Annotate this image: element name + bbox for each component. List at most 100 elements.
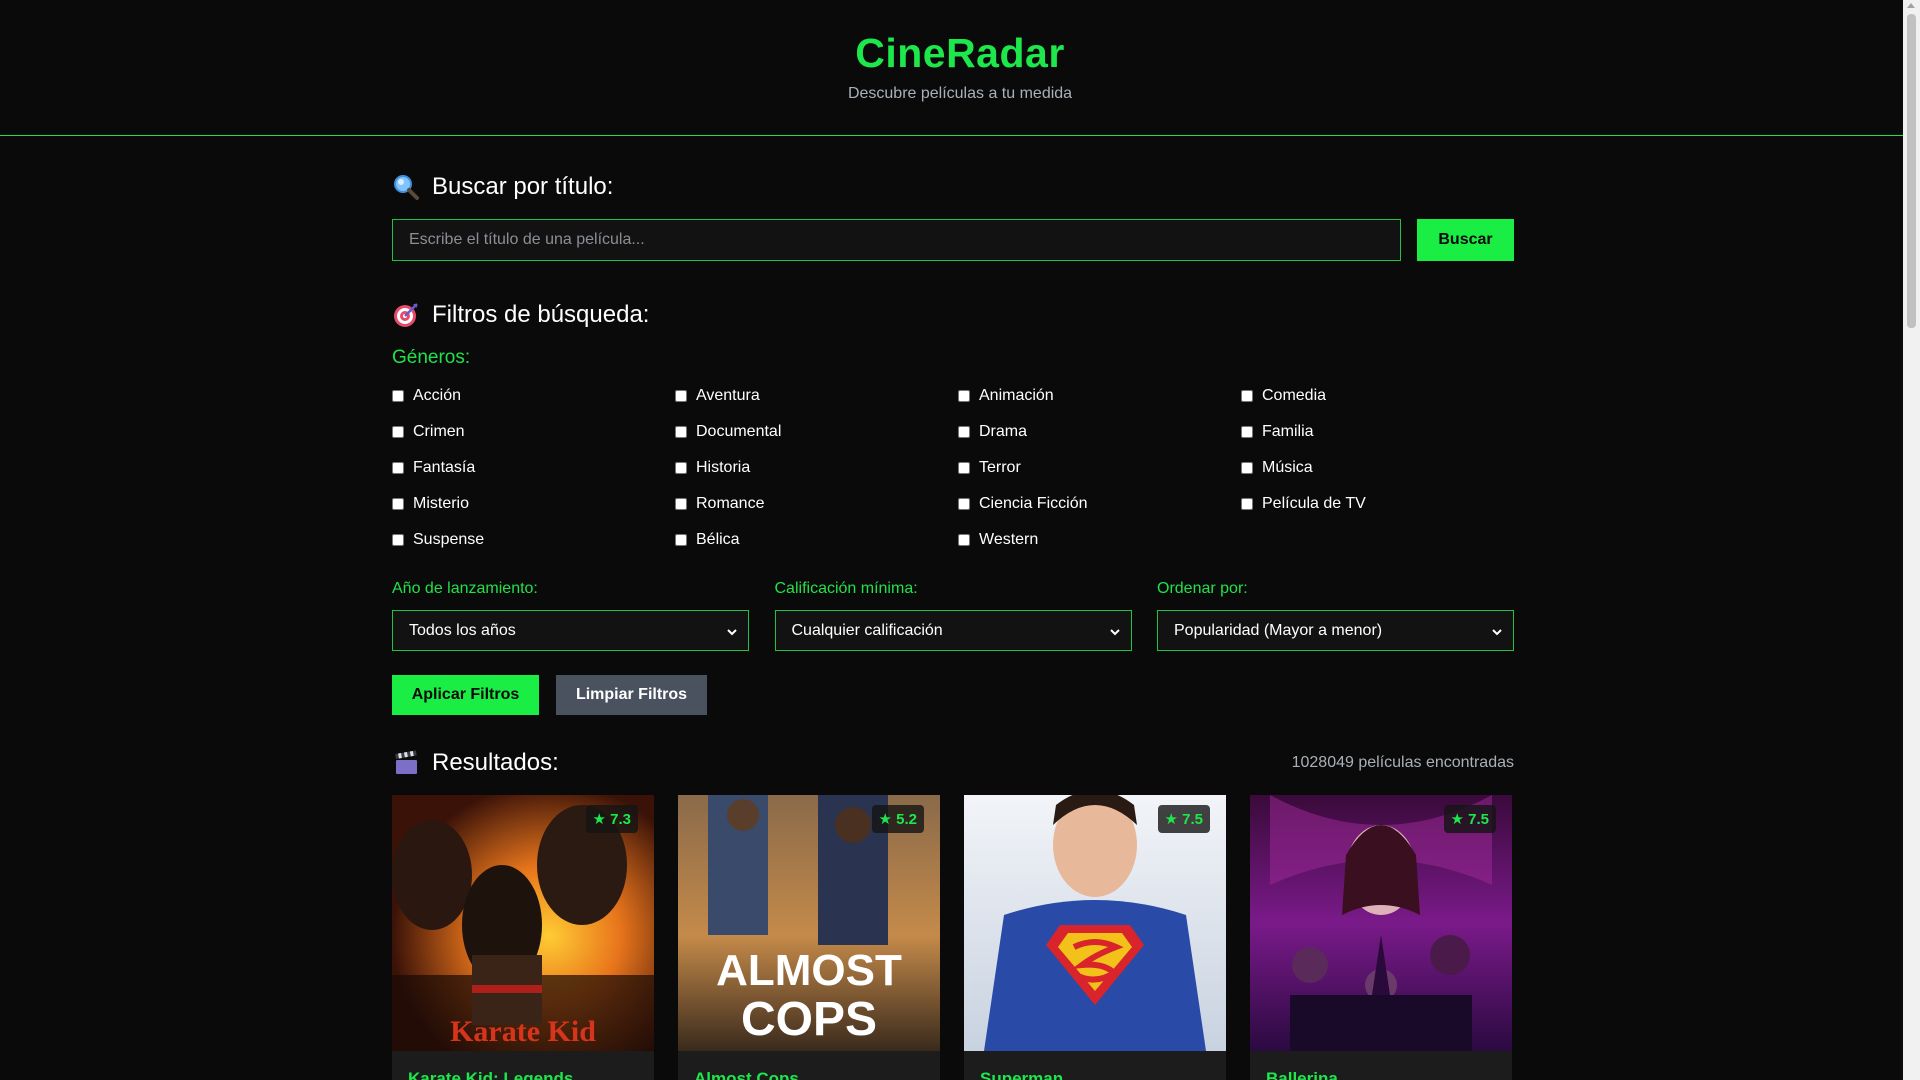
genre-label: Bélica <box>696 530 740 548</box>
checkbox[interactable] <box>1241 461 1253 474</box>
site-title: CineRadar <box>855 30 1065 76</box>
genre-label: Documental <box>696 422 782 440</box>
genre-label: Misterio <box>413 494 470 512</box>
genre-checkbox-misterio[interactable]: Misterio <box>392 491 675 516</box>
rating-label: Calificación mínima: <box>774 580 918 597</box>
checkbox[interactable] <box>958 425 970 438</box>
genre-label: Música <box>1262 458 1313 476</box>
genre-checkbox-accion[interactable]: Acción <box>392 383 675 408</box>
clear-filters-button[interactable]: Limpiar Filtros <box>556 675 707 715</box>
results-count: 1028049 películas encontradas <box>1291 754 1514 771</box>
genre-checkbox-belica[interactable]: Bélica <box>675 527 958 552</box>
search-row: Buscar <box>392 219 1514 261</box>
movie-poster[interactable]: ALMOST COPS ★ 5.2 <box>678 795 940 1051</box>
genre-checkbox-comedia[interactable]: Comedia <box>1241 383 1524 408</box>
genre-label: Historia <box>696 458 751 476</box>
checkbox[interactable] <box>1241 425 1253 438</box>
results-section-title: Resultados: <box>392 743 559 783</box>
checkbox[interactable] <box>958 461 970 474</box>
rating-badge: ★ 7.5 <box>1157 805 1210 833</box>
rating-select[interactable]: Cualquier calificación <box>774 610 1132 651</box>
genre-checkbox-musica[interactable]: Música <box>1241 455 1524 480</box>
checkbox[interactable] <box>1241 389 1253 402</box>
checkbox[interactable] <box>675 497 687 510</box>
movie-card[interactable]: Karate Kid ★ 7.3 Karate Kid: Legends <box>392 795 654 1080</box>
genre-label: Película de TV <box>1262 494 1366 512</box>
checkbox[interactable] <box>675 461 687 474</box>
genre-label: Acción <box>413 386 462 404</box>
search-title-text: Buscar por título: <box>432 173 614 200</box>
genre-checkbox-drama[interactable]: Drama <box>958 419 1241 444</box>
results-header: Resultados: 1028049 películas encontrada… <box>392 743 1514 783</box>
order-select-value: Popularidad (Mayor a menor) <box>1174 621 1383 639</box>
genres-label: Géneros: <box>392 347 471 368</box>
genre-label: Animación <box>979 386 1054 404</box>
results-title-text: Resultados: <box>432 749 559 776</box>
search-input[interactable] <box>392 219 1401 261</box>
chevron-down-icon <box>1109 625 1121 637</box>
scrollbar-thumb[interactable] <box>1907 14 1916 328</box>
genre-checkbox-aventura[interactable]: Aventura <box>675 383 958 408</box>
genre-checkbox-terror[interactable]: Terror <box>958 455 1241 480</box>
genre-label: Suspense <box>413 530 485 548</box>
order-select[interactable]: Popularidad (Mayor a menor) <box>1157 610 1514 651</box>
checkbox[interactable] <box>958 389 970 402</box>
order-filter: Ordenar por: Popularidad (Mayor a menor) <box>1157 580 1514 651</box>
checkbox[interactable] <box>675 533 687 546</box>
genre-label: Fantasía <box>413 458 476 476</box>
scroll-up-arrow-icon[interactable] <box>1907 3 1915 8</box>
movie-title[interactable]: Karate Kid: Legends <box>392 1051 654 1080</box>
svg-text:COPS: COPS <box>741 993 877 1046</box>
page-scrollbar[interactable] <box>1903 0 1920 1080</box>
movie-card[interactable]: ALMOST COPS ★ 5.2 Almost Cops <box>678 795 940 1080</box>
checkbox[interactable] <box>675 389 687 402</box>
genre-checkbox-documental[interactable]: Documental <box>675 419 958 444</box>
movie-poster[interactable]: ★ 7.5 <box>1250 795 1512 1051</box>
checkbox[interactable] <box>958 497 970 510</box>
filters-section-title: Filtros de búsqueda: <box>392 295 1514 335</box>
checkbox[interactable] <box>392 533 404 546</box>
rating-badge: ★ 5.2 <box>871 805 924 833</box>
movie-card[interactable]: ★ 7.5 Superman <box>964 795 1226 1080</box>
year-select-value: Todos los años <box>409 621 516 639</box>
genre-checkbox-historia[interactable]: Historia <box>675 455 958 480</box>
search-section-title: Buscar por título: <box>392 167 1514 207</box>
checkbox[interactable] <box>392 389 404 402</box>
target-icon <box>392 301 420 329</box>
checkbox[interactable] <box>958 533 970 546</box>
checkbox[interactable] <box>392 461 404 474</box>
genre-checkbox-animacion[interactable]: Animación <box>958 383 1241 408</box>
genre-checkbox-suspense[interactable]: Suspense <box>392 527 675 552</box>
genre-label: Comedia <box>1262 386 1327 404</box>
movie-poster[interactable]: Karate Kid ★ 7.3 <box>392 795 654 1051</box>
movie-title[interactable]: Superman <box>964 1051 1226 1080</box>
checkbox[interactable] <box>1241 497 1253 510</box>
genre-checkbox-crimen[interactable]: Crimen <box>392 419 675 444</box>
rating-badge: ★ 7.5 <box>1443 805 1496 833</box>
genre-label: Familia <box>1262 422 1314 440</box>
genre-checkbox-western[interactable]: Western <box>958 527 1241 552</box>
checkbox[interactable] <box>392 425 404 438</box>
movie-title[interactable]: Ballerina <box>1250 1051 1512 1080</box>
svg-text:ALMOST: ALMOST <box>716 946 902 995</box>
genre-checkbox-romance[interactable]: Romance <box>675 491 958 516</box>
genre-label: Ciencia Ficción <box>979 494 1088 512</box>
checkbox[interactable] <box>392 497 404 510</box>
genre-grid: Acción Aventura Animación Comedia Crimen… <box>392 383 1514 552</box>
genre-checkbox-ciencia-ficcion[interactable]: Ciencia Ficción <box>958 491 1241 516</box>
movie-poster[interactable]: ★ 7.5 <box>964 795 1226 1051</box>
genre-label: Romance <box>696 494 765 512</box>
movie-title[interactable]: Almost Cops <box>678 1051 940 1080</box>
movie-card[interactable]: ★ 7.5 Ballerina <box>1250 795 1512 1080</box>
search-button[interactable]: Buscar <box>1417 219 1514 261</box>
year-label: Año de lanzamiento: <box>392 580 538 597</box>
genre-checkbox-pelicula-tv[interactable]: Película de TV <box>1241 491 1524 516</box>
checkbox[interactable] <box>675 425 687 438</box>
genre-checkbox-fantasia[interactable]: Fantasía <box>392 455 675 480</box>
select-row: Año de lanzamiento: Todos los años Calif… <box>392 580 1514 651</box>
genre-checkbox-familia[interactable]: Familia <box>1241 419 1524 444</box>
filters-title-text: Filtros de búsqueda: <box>432 301 650 328</box>
apply-filters-button[interactable]: Aplicar Filtros <box>392 675 539 715</box>
genre-label: Crimen <box>413 422 465 440</box>
year-select[interactable]: Todos los años <box>392 610 749 651</box>
